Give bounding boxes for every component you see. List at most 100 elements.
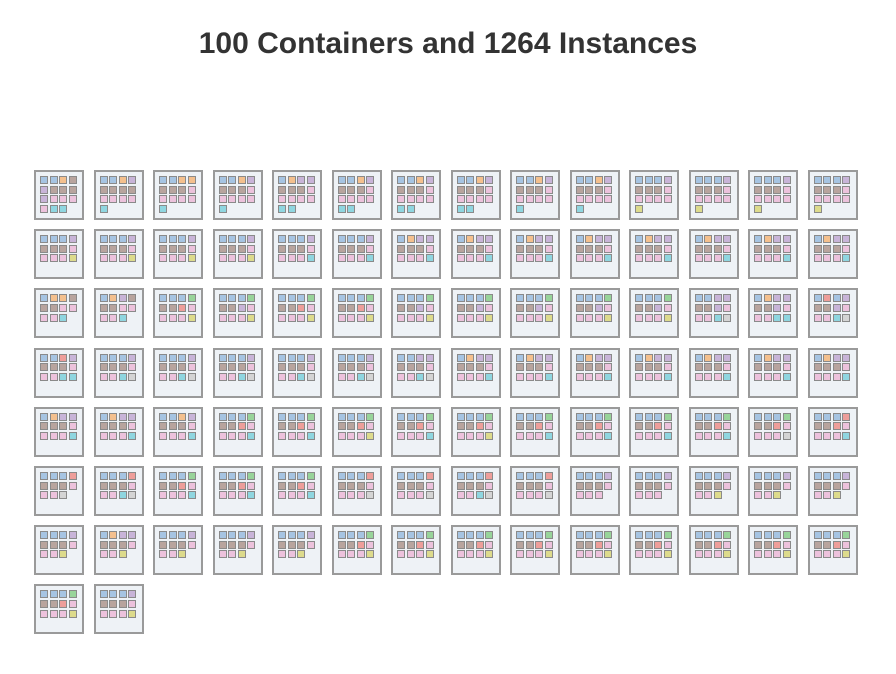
container: [688, 347, 739, 398]
container: [688, 170, 739, 220]
instance-square: [49, 303, 58, 312]
instance-square: [594, 195, 603, 204]
instance-square: [713, 176, 722, 184]
instance-square: [635, 491, 643, 500]
container: [93, 229, 144, 280]
instance-square: [297, 431, 306, 440]
instance-square: [704, 363, 713, 372]
instance-square: [228, 372, 237, 381]
instance-square: [635, 303, 643, 312]
instance-square: [475, 422, 484, 431]
instance-square: [118, 176, 127, 184]
instance-square: [544, 294, 553, 303]
instance-square: [287, 540, 296, 549]
instance-square: [168, 244, 177, 253]
instance-square: [425, 491, 434, 500]
instance-square: [287, 431, 296, 440]
instance-square: [575, 550, 584, 559]
instance-square: [306, 372, 315, 381]
instance-square: [356, 294, 365, 303]
instance-square: [754, 531, 762, 540]
instance-square: [813, 422, 822, 431]
instance-square: [247, 353, 256, 362]
instance-square: [654, 472, 663, 480]
instance-square: [397, 254, 405, 263]
instance-square: [604, 481, 613, 490]
instance-square: [823, 422, 832, 431]
instance-square: [425, 412, 434, 421]
instance-square: [763, 195, 772, 204]
instance-square: [228, 422, 237, 431]
instance-square: [604, 540, 613, 549]
instance-square: [832, 472, 841, 480]
container: [629, 229, 679, 280]
instance-square: [723, 244, 732, 253]
instance-square: [525, 303, 534, 312]
instance-square: [278, 491, 286, 500]
instance-square: [416, 254, 425, 263]
instance-square: [159, 372, 167, 381]
instance-square: [485, 244, 494, 253]
instance-square: [287, 550, 296, 559]
instance-square: [128, 244, 137, 253]
instance-square: [187, 372, 196, 381]
instance-square: [59, 185, 68, 194]
instance-square: [723, 303, 732, 312]
container: [569, 229, 620, 280]
instance-square: [109, 303, 118, 312]
instance-square: [516, 204, 524, 213]
instance-square: [663, 540, 672, 549]
instance-square: [594, 531, 603, 540]
instance-square: [456, 412, 465, 421]
instance-square: [178, 303, 187, 312]
instance-square: [49, 204, 58, 213]
instance-square: [347, 412, 356, 421]
instance-square: [49, 254, 58, 263]
instance-square: [416, 185, 425, 194]
instance-square: [406, 303, 415, 312]
instance-square: [654, 303, 663, 312]
instance-square: [754, 235, 762, 244]
instance-square: [218, 353, 227, 362]
instance-square: [635, 313, 643, 322]
instance-square: [475, 185, 484, 194]
instance-square: [525, 531, 534, 540]
instance-square: [118, 195, 127, 204]
instance-square: [416, 531, 425, 540]
instance-square: [228, 303, 237, 312]
instance-square: [823, 481, 832, 490]
instance-square: [654, 431, 663, 440]
instance-square: [178, 244, 187, 253]
instance-square: [704, 195, 713, 204]
instance-square: [187, 540, 196, 549]
instance-square: [713, 422, 722, 431]
instance-square: [585, 412, 594, 421]
container: [569, 466, 620, 516]
instance-square: [644, 422, 653, 431]
instance-square: [782, 372, 791, 381]
instance-square: [604, 303, 613, 312]
instance-square: [416, 363, 425, 372]
instance-square: [475, 176, 484, 184]
instance-square: [773, 254, 782, 263]
instance-square: [516, 363, 524, 372]
instance-square: [585, 363, 594, 372]
instance-square: [416, 422, 425, 431]
instance-square: [178, 431, 187, 440]
instance-square: [356, 363, 365, 372]
instance-square: [485, 176, 494, 184]
instance-square: [278, 472, 286, 480]
instance-square: [425, 431, 434, 440]
instance-square: [159, 353, 167, 362]
instance-square: [832, 185, 841, 194]
instance-square: [635, 244, 643, 253]
instance-square: [406, 372, 415, 381]
instance-square: [356, 235, 365, 244]
instance-square: [278, 481, 286, 490]
instance-square: [168, 491, 177, 500]
instance-square: [118, 550, 127, 559]
instance-square: [49, 431, 58, 440]
instance-square: [99, 590, 108, 599]
instance-square: [694, 481, 703, 490]
instance-square: [406, 254, 415, 263]
